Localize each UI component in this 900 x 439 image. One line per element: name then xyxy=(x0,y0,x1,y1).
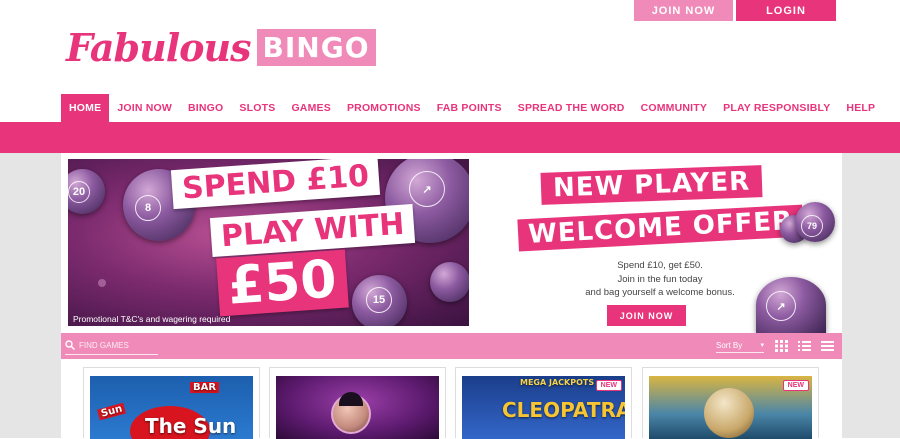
bingo-ball-bottom: ↗ xyxy=(756,277,826,333)
ball-number: 15 xyxy=(366,287,392,313)
game-art-hair xyxy=(339,392,363,406)
offer-line-3: and bag yourself a welcome bonus. xyxy=(585,287,735,298)
offer-line-2: Join in the fun today xyxy=(617,273,703,285)
promo-banner[interactable]: 20 8 ↗ 15 SPEND £10 PLAY WITH £50 xyxy=(68,159,469,326)
sort-by-dropdown[interactable]: Sort By ▾ xyxy=(716,338,764,353)
list-view-icon[interactable] xyxy=(798,340,811,352)
nav-sub-bar xyxy=(0,122,900,153)
nav-item-fab-points[interactable]: FAB POINTS xyxy=(429,94,510,122)
game-tile[interactable]: NEW xyxy=(642,367,819,439)
logo-script-text: Fabulous xyxy=(66,25,252,70)
promo-terms: Promotional T&C's and wagering required xyxy=(73,314,231,324)
promo-play-with-text: PLAY WITH xyxy=(209,203,416,258)
game-title: MEGA JACKPOTS xyxy=(520,378,595,387)
chevron-down-icon: ▾ xyxy=(760,342,764,349)
promo-spend-text: SPEND £10 xyxy=(170,159,381,210)
sort-by-label: Sort By xyxy=(716,340,743,350)
offer-description: Spend £10, get £50. Join in the fun toda… xyxy=(560,259,760,300)
nav-item-games[interactable]: GAMES xyxy=(283,94,339,122)
nav-item-slots[interactable]: SLOTS xyxy=(231,94,283,122)
grid-view-icon[interactable] xyxy=(775,340,788,352)
game-art-character xyxy=(704,388,754,438)
game-search[interactable] xyxy=(65,336,158,355)
nav-item-bingo[interactable]: BINGO xyxy=(180,94,231,122)
menu-view-icon[interactable] xyxy=(821,340,834,352)
game-thumbnail xyxy=(276,376,439,439)
ball-number: 8 xyxy=(135,195,161,221)
nav-item-promotions[interactable]: PROMOTIONS xyxy=(339,94,429,122)
nav-item-home[interactable]: HOME xyxy=(61,94,110,122)
new-badge: NEW xyxy=(782,380,809,391)
sparkle xyxy=(98,279,106,287)
ball-number: ↗ xyxy=(409,171,445,207)
bingo-ball-79: 79 xyxy=(795,202,835,242)
nav-item-spread-the-word[interactable]: SPREAD THE WORD xyxy=(510,94,633,122)
game-tile[interactable] xyxy=(269,367,446,439)
game-filter-bar: Sort By ▾ xyxy=(61,333,842,359)
search-input[interactable] xyxy=(79,340,154,350)
site-logo[interactable]: Fabulous BINGO xyxy=(66,25,376,70)
game-thumbnail: The Sun BAR Sun xyxy=(90,376,253,439)
join-now-button[interactable]: JOIN NOW xyxy=(634,0,733,21)
logo-bingo-text: BINGO xyxy=(256,29,376,66)
promo-amount-text: £50 xyxy=(216,249,349,317)
game-title: The Sun xyxy=(145,414,237,438)
main-nav: HOME JOIN NOW BINGO SLOTS GAMES PROMOTIO… xyxy=(61,94,883,122)
ball-number: 79 xyxy=(801,215,823,237)
nav-item-join-now[interactable]: JOIN NOW xyxy=(109,94,180,122)
bingo-ball-15: 15 xyxy=(352,275,407,326)
ball-number: ↗ xyxy=(766,291,796,321)
game-subtitle: CLEOPATRA xyxy=(502,398,625,422)
auth-buttons: JOIN NOW LOGIN xyxy=(634,0,836,21)
nav-item-play-responsibly[interactable]: PLAY RESPONSIBLY xyxy=(715,94,838,122)
offer-join-button[interactable]: JOIN NOW xyxy=(607,305,686,326)
game-art-sun: Sun xyxy=(97,402,127,421)
game-tile[interactable]: MEGA JACKPOTS CLEOPATRA NEW xyxy=(455,367,632,439)
search-icon xyxy=(65,340,75,350)
game-art-bar: BAR xyxy=(190,382,220,393)
bingo-ball-small xyxy=(430,262,469,302)
bingo-ball-20: 20 xyxy=(68,169,105,214)
nav-item-help[interactable]: HELP xyxy=(838,94,883,122)
nav-item-community[interactable]: COMMUNITY xyxy=(633,94,716,122)
ball-number: 20 xyxy=(68,181,90,203)
offer-line-1: Spend £10, get £50. xyxy=(617,260,703,271)
new-badge: NEW xyxy=(595,380,622,391)
game-tile[interactable]: The Sun BAR Sun xyxy=(83,367,260,439)
login-button[interactable]: LOGIN xyxy=(736,0,836,21)
